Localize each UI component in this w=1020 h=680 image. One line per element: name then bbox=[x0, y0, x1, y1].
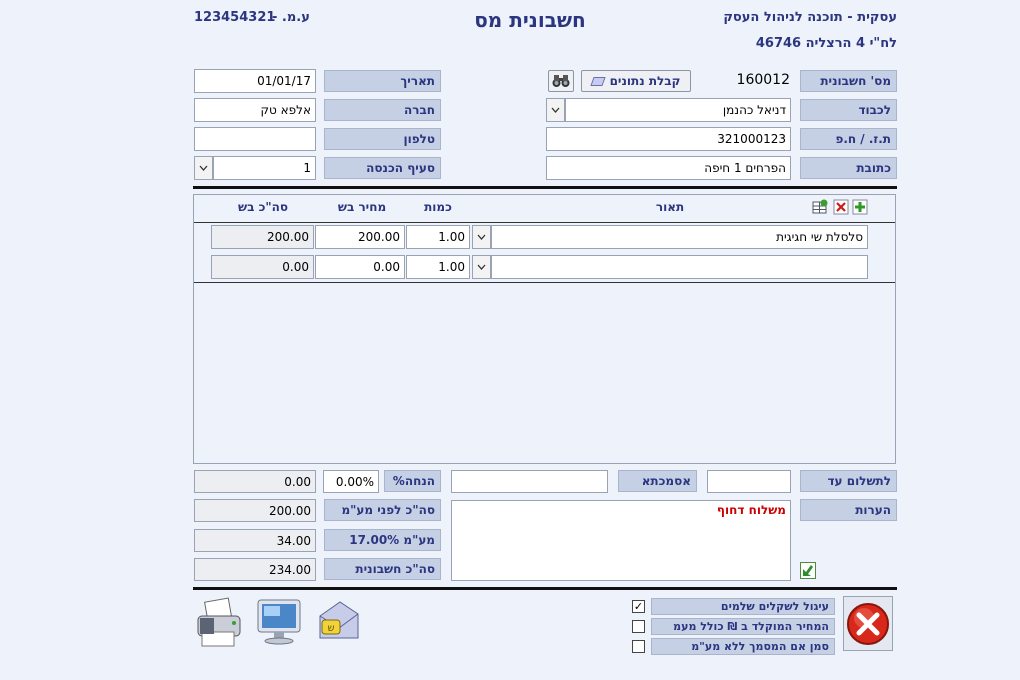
close-button[interactable] bbox=[843, 596, 893, 651]
header-description: תאור bbox=[655, 200, 685, 214]
svg-text:ש: ש bbox=[327, 623, 334, 634]
expand-arrow-icon bbox=[800, 562, 816, 579]
header-quantity: כמות bbox=[424, 200, 452, 214]
id-label: ת.ז. / ח.פ bbox=[800, 128, 897, 150]
company-field[interactable]: אלפא טק bbox=[194, 98, 316, 122]
reference-label: אסמכתא bbox=[618, 470, 697, 492]
print-button[interactable] bbox=[194, 596, 248, 650]
invoice-no-value: 160012 bbox=[736, 72, 790, 88]
monitor-icon bbox=[257, 599, 301, 645]
invoice-no-label: מס' חשבונית bbox=[800, 70, 897, 92]
binoculars-icon bbox=[552, 75, 570, 87]
row2-description[interactable] bbox=[491, 255, 868, 279]
delete-row-button[interactable] bbox=[833, 199, 849, 215]
add-row-icon bbox=[852, 199, 868, 215]
notes-field[interactable]: משלוח דחוף bbox=[451, 500, 791, 581]
phone-label: טלפון bbox=[324, 128, 441, 150]
search-button[interactable] bbox=[548, 70, 574, 92]
mark-no-vat-checkbox[interactable] bbox=[632, 640, 645, 653]
to-dropdown-button[interactable] bbox=[546, 98, 565, 122]
chevron-down-icon bbox=[477, 234, 486, 240]
total-label: סה"כ חשבונית bbox=[324, 558, 441, 580]
notes-text: משלוח דחוף bbox=[716, 503, 786, 517]
insert-row-button[interactable] bbox=[812, 199, 828, 215]
row2-price[interactable]: 0.00 bbox=[315, 255, 405, 279]
to-field[interactable]: דניאל כהנמן bbox=[565, 98, 791, 122]
date-field[interactable]: 01/01/17 bbox=[194, 69, 316, 93]
divider-bottom bbox=[193, 587, 897, 590]
row2-quantity[interactable]: 1.00 bbox=[406, 255, 470, 279]
receive-data-button[interactable]: קבלת נתונים bbox=[581, 70, 691, 92]
expand-notes-button[interactable] bbox=[800, 562, 816, 579]
phone-field[interactable] bbox=[194, 127, 316, 151]
row1-total: 200.00 bbox=[211, 225, 314, 249]
discount-amount: 0.00 bbox=[194, 470, 316, 493]
printer-icon bbox=[197, 597, 241, 647]
payment-until-label: לתשלום עד bbox=[800, 470, 897, 492]
header-price: מחיר בש bbox=[337, 200, 387, 214]
company-line: עסקית - תוכנה לניהול העסק bbox=[723, 10, 897, 25]
row2-description-dropdown[interactable] bbox=[472, 255, 491, 279]
reference-field[interactable] bbox=[451, 470, 608, 493]
table-header-line bbox=[194, 222, 895, 223]
discount-label: %הנחה bbox=[384, 470, 441, 492]
row1-description-dropdown[interactable] bbox=[472, 225, 491, 249]
income-section-label: סעיף הכנסה bbox=[324, 157, 441, 179]
subtotal-value: 200.00 bbox=[194, 499, 316, 522]
price-includes-vat-label: המחיר המוקלד ב ₪ כולל מעמ bbox=[651, 618, 835, 635]
delete-row-icon bbox=[833, 199, 849, 215]
header-total: סה"כ בש bbox=[237, 200, 289, 214]
divider bbox=[193, 186, 897, 189]
address-field[interactable]: הפרחים 1 חיפה bbox=[546, 156, 791, 180]
row1-description[interactable]: סלסלת שי חגיגית bbox=[491, 225, 868, 249]
chevron-down-icon bbox=[477, 264, 486, 270]
address-label: כתובת bbox=[800, 157, 897, 179]
chevron-down-icon bbox=[551, 107, 560, 113]
email-button[interactable]: ש bbox=[316, 598, 362, 644]
table-rows-line bbox=[194, 282, 895, 283]
chevron-down-icon bbox=[199, 165, 208, 171]
round-shekels-label: עיגול לשקלים שלמים bbox=[651, 598, 835, 615]
email-icon: ש bbox=[319, 601, 359, 639]
income-section-dropdown-button[interactable] bbox=[194, 156, 213, 180]
eraser-icon bbox=[589, 76, 606, 86]
round-shekels-checkbox[interactable]: ✓ bbox=[632, 600, 645, 613]
total-value: 234.00 bbox=[194, 558, 316, 581]
page-title: חשבונית מס bbox=[474, 8, 586, 32]
vat-label: מע"מ 17.00% bbox=[324, 529, 441, 551]
subtotal-label: סה"כ לפני מע"מ bbox=[324, 499, 441, 521]
date-label: תאריך bbox=[324, 70, 441, 92]
row2-total: 0.00 bbox=[211, 255, 314, 279]
income-section-field[interactable]: 1 bbox=[213, 156, 316, 180]
vat-id-value: 123454321 bbox=[194, 10, 276, 25]
add-row-button[interactable] bbox=[852, 199, 868, 215]
id-field[interactable]: 321000123 bbox=[546, 127, 791, 151]
payment-until-field[interactable] bbox=[707, 470, 791, 493]
price-includes-vat-checkbox[interactable] bbox=[632, 620, 645, 633]
row1-quantity[interactable]: 1.00 bbox=[406, 225, 470, 249]
vat-id-label: ע.מ. - bbox=[272, 10, 310, 25]
close-icon bbox=[847, 602, 889, 645]
row1-price[interactable]: 200.00 bbox=[315, 225, 405, 249]
screen-preview-button[interactable] bbox=[254, 598, 304, 646]
company-label: חברה bbox=[324, 99, 441, 121]
address-line: לח"י 4 הרצליה 46746 bbox=[755, 36, 897, 51]
insert-row-icon bbox=[812, 199, 828, 214]
notes-label: הערות bbox=[800, 499, 897, 521]
mark-no-vat-label: סמן אם המסמך ללא מע"מ bbox=[651, 638, 835, 655]
vat-value: 34.00 bbox=[194, 529, 316, 552]
to-label: לכבוד bbox=[800, 99, 897, 121]
discount-pct-field[interactable]: 0.00% bbox=[323, 470, 379, 493]
receive-data-label: קבלת נתונים bbox=[609, 74, 681, 88]
